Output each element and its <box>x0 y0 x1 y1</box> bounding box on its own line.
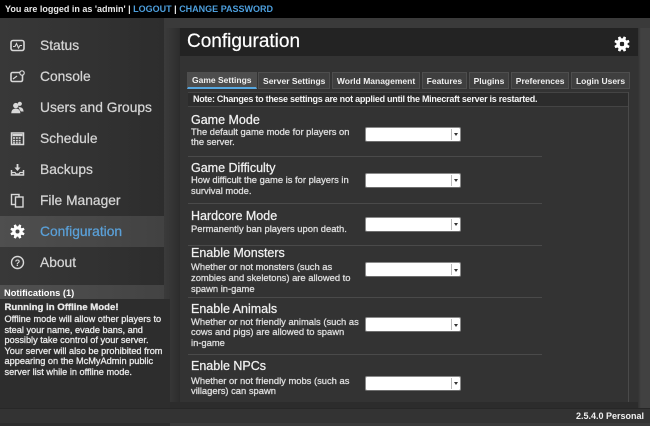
svg-text:?: ? <box>15 258 21 268</box>
